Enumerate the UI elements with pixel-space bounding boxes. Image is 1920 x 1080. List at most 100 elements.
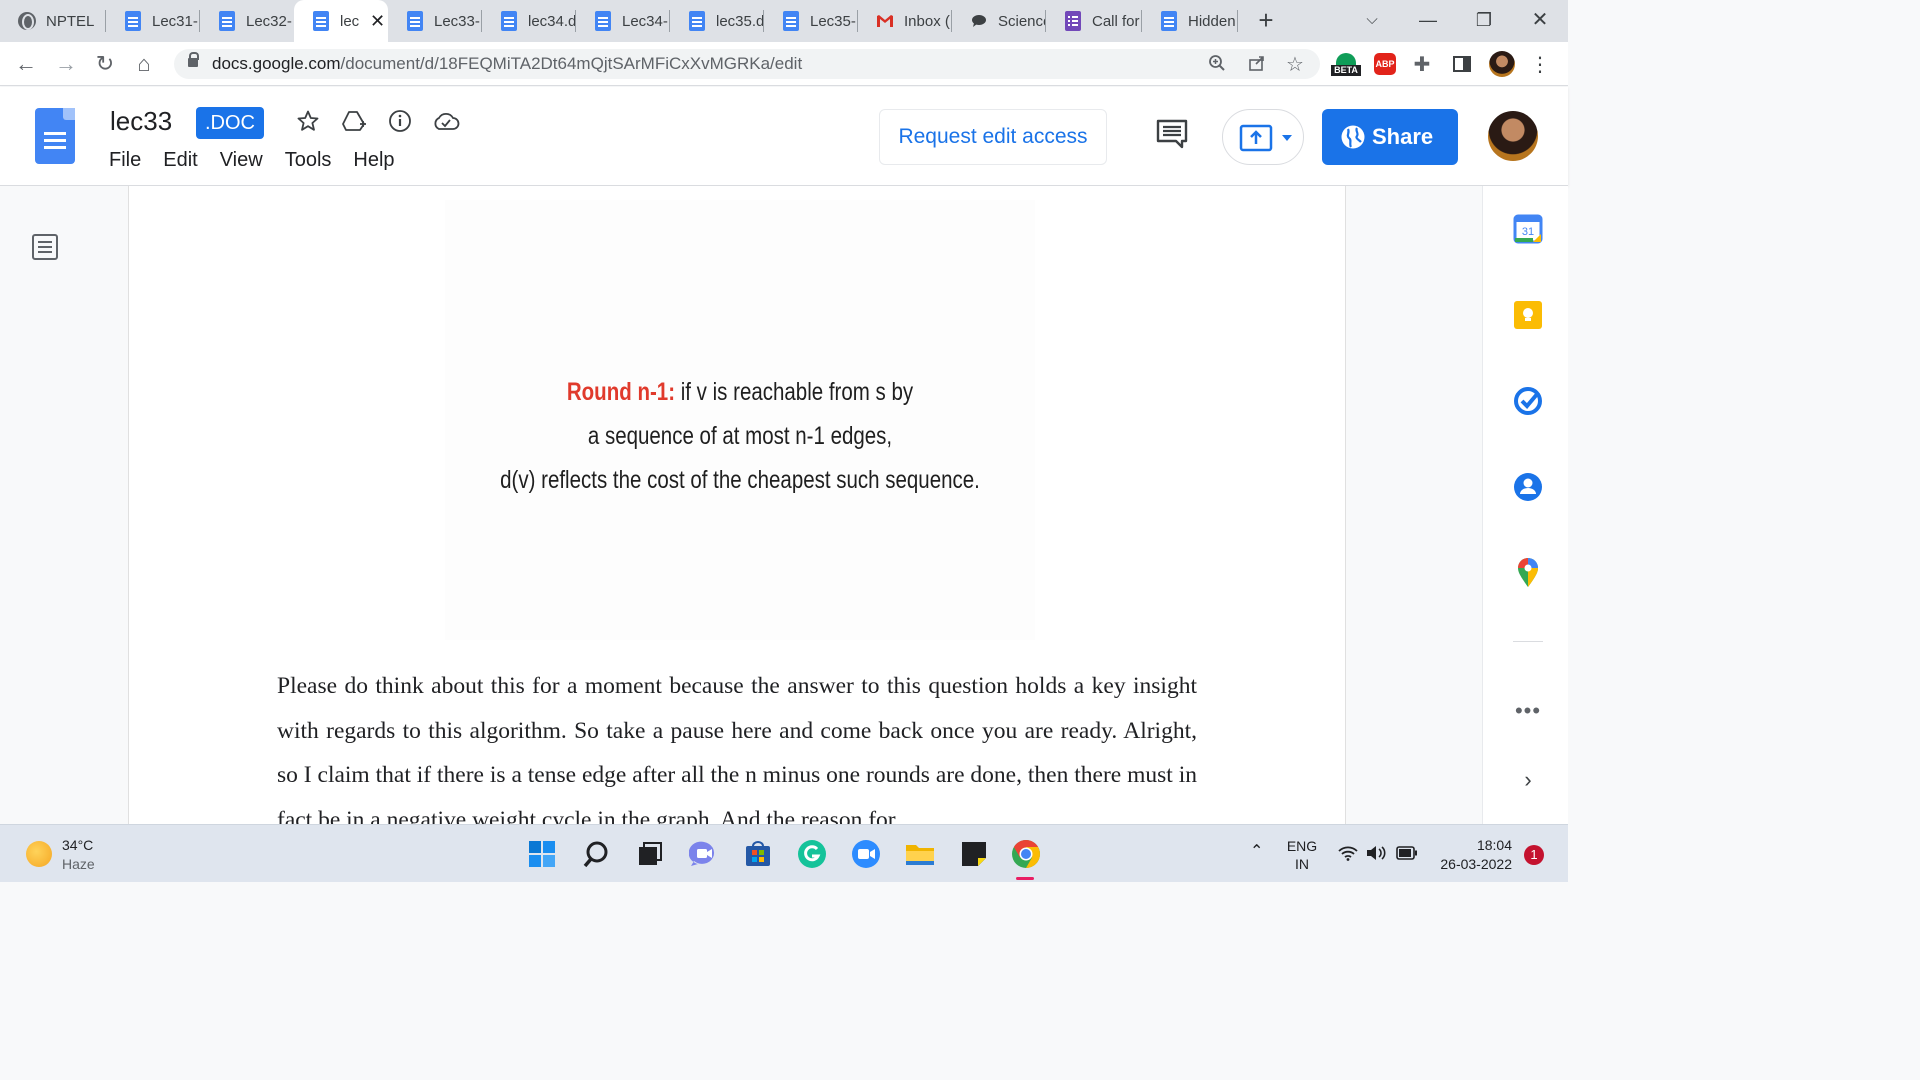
docs-logo-icon[interactable]: [35, 108, 75, 164]
close-window-button[interactable]: ✕: [1512, 0, 1568, 42]
browser-tab[interactable]: Inbox (: [858, 0, 952, 42]
close-tab-icon[interactable]: ✕: [370, 11, 385, 32]
star-icon[interactable]: [294, 107, 322, 135]
zoom-meetings-icon[interactable]: [850, 838, 882, 870]
lock-icon: [188, 52, 199, 67]
menu-view[interactable]: View: [220, 149, 263, 172]
system-clock[interactable]: 18:04 26-03-2022: [1432, 836, 1512, 874]
docs-icon: [406, 11, 424, 31]
browser-tab[interactable]: Lec31-: [106, 0, 200, 42]
zoom-icon[interactable]: [1206, 54, 1228, 76]
url-text[interactable]: docs.google.com/document/d/18FEQMiTA2Dt6…: [212, 54, 802, 74]
browser-menu-icon[interactable]: ⋮: [1530, 50, 1550, 78]
volume-icon[interactable]: [1366, 845, 1388, 865]
address-bar[interactable]: docs.google.com/document/d/18FEQMiTA2Dt6…: [174, 49, 1320, 79]
docs-header: lec33 .DOC File Edit View Tools Help Req…: [0, 87, 1568, 186]
forward-button[interactable]: →: [52, 50, 80, 78]
contacts-icon[interactable]: [1513, 472, 1543, 502]
restore-button[interactable]: ❐: [1456, 0, 1512, 42]
move-to-drive-icon[interactable]: [340, 107, 368, 135]
extensions-puzzle-icon[interactable]: ✚: [1410, 50, 1434, 78]
slide-line: a sequence of at most n-1 edges,: [587, 422, 893, 450]
body-paragraph[interactable]: Please do think about this for a moment …: [277, 664, 1197, 824]
request-edit-access-button[interactable]: Request edit access: [879, 109, 1107, 165]
document-page[interactable]: Round n-1: if v is reachable from s by a…: [128, 186, 1346, 824]
browser-tab[interactable]: Lec34-: [576, 0, 670, 42]
wifi-icon[interactable]: [1338, 845, 1358, 865]
calendar-icon[interactable]: 31: [1513, 214, 1543, 244]
cloud-status-icon[interactable]: [432, 107, 460, 135]
browser-tab[interactable]: Lec35-: [764, 0, 858, 42]
keep-icon[interactable]: [1513, 300, 1543, 330]
present-button[interactable]: [1222, 109, 1304, 165]
docs-icon: [594, 11, 612, 31]
tab-label: Science: [998, 12, 1046, 30]
grammarly-icon[interactable]: [796, 838, 828, 870]
chrome-icon[interactable]: [1010, 838, 1042, 870]
browser-tab[interactable]: Lec33-: [388, 0, 482, 42]
document-outline-icon[interactable]: [31, 233, 59, 261]
slide-line: d(v) reflects the cost of the cheapest s…: [500, 466, 980, 494]
menu-help[interactable]: Help: [353, 149, 394, 172]
share-page-icon[interactable]: [1246, 54, 1268, 76]
sticky-notes-icon[interactable]: [958, 838, 990, 870]
browser-tab[interactable]: Hidden: [1142, 0, 1238, 42]
globe-icon: [1341, 125, 1365, 149]
adblock-icon[interactable]: ABP: [1373, 50, 1397, 78]
store-icon[interactable]: [742, 838, 774, 870]
battery-icon[interactable]: [1396, 846, 1418, 864]
tab-label: lec: [340, 12, 360, 30]
browser-tab[interactable]: Lec32-: [200, 0, 294, 42]
chat-icon: [970, 12, 988, 30]
menu-tools[interactable]: Tools: [285, 149, 332, 172]
new-tab-button[interactable]: +: [1252, 6, 1280, 34]
browser-tab-active[interactable]: lec ✕: [294, 0, 388, 42]
document-canvas: Round n-1: if v is reachable from s by a…: [0, 186, 1482, 824]
weather-icon[interactable]: [26, 841, 52, 867]
globe-icon: [18, 12, 36, 30]
browser-tab[interactable]: Science: [952, 0, 1046, 42]
beta-extension-icon[interactable]: BETA: [1330, 50, 1362, 78]
menu-file[interactable]: File: [109, 149, 141, 172]
account-avatar[interactable]: [1488, 111, 1538, 161]
chevron-right-icon[interactable]: ›: [1513, 765, 1543, 795]
tab-strip: NPTEL Lec31- Lec32- lec ✕ Lec33- lec34.d…: [0, 0, 1568, 42]
tab-search-icon[interactable]: ⌵: [1344, 0, 1400, 42]
maps-icon[interactable]: [1513, 558, 1543, 588]
windows-start-icon[interactable]: [526, 838, 558, 870]
search-icon[interactable]: [580, 838, 612, 870]
file-explorer-icon[interactable]: [904, 838, 936, 870]
active-app-indicator: [1016, 877, 1034, 880]
menu-edit[interactable]: Edit: [163, 149, 197, 172]
tab-label: lec35.d: [716, 12, 764, 30]
home-button[interactable]: ⌂: [130, 50, 158, 78]
document-title[interactable]: lec33: [110, 106, 172, 137]
minimize-button[interactable]: —: [1400, 0, 1456, 42]
tasks-icon[interactable]: [1513, 386, 1543, 416]
reload-button[interactable]: ↻: [91, 50, 119, 78]
chevron-down-icon[interactable]: [1281, 134, 1293, 142]
teams-chat-icon[interactable]: [688, 838, 720, 870]
tab-label: Lec35-: [810, 12, 856, 30]
profile-avatar-small[interactable]: [1488, 50, 1516, 78]
embedded-slide-image: Round n-1: if v is reachable from s by a…: [445, 200, 1035, 640]
docs-icon: [124, 11, 142, 31]
browser-tab[interactable]: lec35.d: [670, 0, 764, 42]
task-view-icon[interactable]: [634, 838, 666, 870]
more-apps-icon[interactable]: •••: [1513, 696, 1543, 726]
notification-badge[interactable]: 1: [1524, 845, 1544, 865]
share-button[interactable]: Share: [1322, 109, 1458, 165]
tab-label: Lec34-: [622, 12, 668, 30]
document-info-icon[interactable]: [386, 107, 414, 135]
back-button[interactable]: ←: [12, 50, 40, 78]
browser-tab[interactable]: Call for: [1046, 0, 1142, 42]
side-panel-icon[interactable]: [1450, 50, 1474, 78]
browser-tab[interactable]: lec34.d: [482, 0, 576, 42]
browser-tab[interactable]: NPTEL: [0, 0, 106, 42]
comment-history-icon[interactable]: [1155, 118, 1189, 150]
language-indicator[interactable]: ENG IN: [1282, 837, 1322, 873]
tray-overflow-icon[interactable]: ⌃: [1250, 843, 1263, 861]
bookmark-star-icon[interactable]: ☆: [1284, 54, 1306, 76]
temperature[interactable]: 34°C: [62, 837, 93, 853]
svg-text:31: 31: [1522, 226, 1534, 238]
